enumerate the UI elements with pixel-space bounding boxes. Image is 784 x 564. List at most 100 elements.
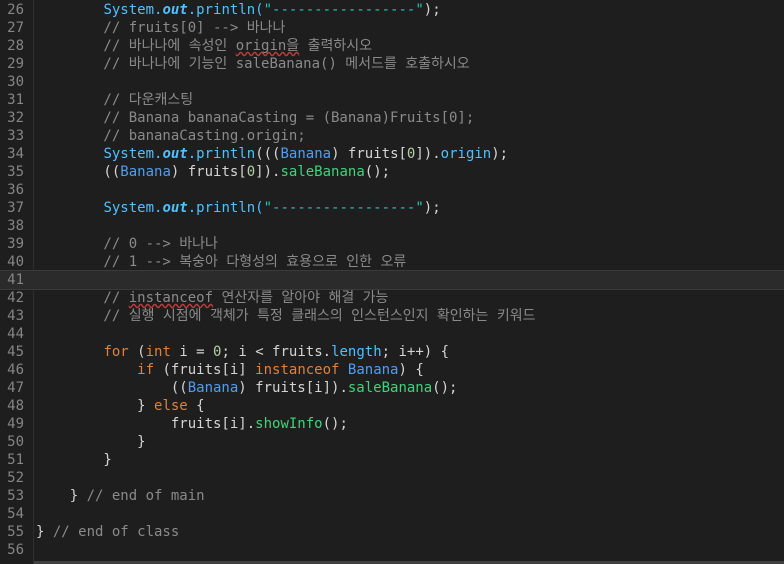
line-number: 47 xyxy=(7,380,24,396)
code-token: Banana xyxy=(120,164,171,180)
line-number: 48 xyxy=(7,398,24,414)
code-token: System. xyxy=(103,200,163,216)
code-token: out xyxy=(162,146,188,162)
code-token: ]). xyxy=(255,164,281,180)
code-line[interactable]: 48 } else { xyxy=(0,397,784,415)
line-number: 30 xyxy=(7,74,24,90)
line-number: 41 xyxy=(7,272,24,288)
code-text: // bananaCasting.origin; xyxy=(36,127,306,145)
code-line[interactable]: 53 } // end of main xyxy=(0,487,784,505)
code-token: ); xyxy=(423,200,441,216)
code-text: // 바나나에 속성인 origin을 출력하시오 xyxy=(36,37,372,55)
code-token: { xyxy=(187,398,205,414)
code-line[interactable]: 33 // bananaCasting.origin; xyxy=(0,127,784,145)
code-line[interactable]: 47 ((Banana) fruits[i]).saleBanana(); xyxy=(0,379,784,397)
code-token: (); xyxy=(432,380,458,396)
code-token: int xyxy=(145,344,171,360)
code-token: ); xyxy=(491,146,509,162)
line-number: 36 xyxy=(7,182,24,198)
code-line[interactable]: 39 // 0 --> 바나나 xyxy=(0,235,784,253)
code-token: } xyxy=(36,434,146,450)
code-editor[interactable]: 26 System.out.println("-----------------… xyxy=(0,0,784,564)
code-token: System. xyxy=(103,146,163,162)
line-number: 35 xyxy=(7,164,24,180)
code-text: } // end of class xyxy=(36,523,179,541)
code-line[interactable]: 34 System.out.println(((Banana) fruits[0… xyxy=(0,145,784,163)
code-text: if (fruits[i] instanceof Banana) { xyxy=(36,361,424,379)
code-line[interactable]: 28 // 바나나에 속성인 origin을 출력하시오 xyxy=(0,37,784,55)
code-line[interactable]: 55 } // end of class xyxy=(0,523,784,541)
code-text: } else { xyxy=(36,397,205,415)
code-text: } xyxy=(36,433,146,451)
code-token: } xyxy=(36,488,87,504)
code-text: ((Banana) fruits[0]).saleBanana(); xyxy=(36,163,390,181)
code-line[interactable]: 27 // fruits[0] --> 바나나 xyxy=(0,19,784,37)
code-token: .println( xyxy=(187,2,264,18)
line-number: 56 xyxy=(7,542,24,558)
code-line[interactable]: 31 // 다운캐스팅 xyxy=(0,91,784,109)
code-line[interactable]: 44 xyxy=(0,325,784,343)
code-line[interactable]: 54 xyxy=(0,505,784,523)
code-line[interactable]: 50 } xyxy=(0,433,784,451)
line-number: 43 xyxy=(7,308,24,324)
code-text: for (int i = 0; i < fruits.length; i++) … xyxy=(36,343,449,361)
line-number: 38 xyxy=(7,218,24,234)
code-token: out xyxy=(162,200,188,216)
code-token: // end of main xyxy=(86,488,205,504)
code-token: (fruits[i] xyxy=(154,362,256,378)
code-token: System. xyxy=(103,2,163,18)
code-token: "-----------------" xyxy=(263,200,424,216)
code-line[interactable]: 42 // instanceof 연산자를 알아야 해결 가능 xyxy=(0,289,784,307)
code-line[interactable]: 30 xyxy=(0,73,784,91)
code-line[interactable]: 45 for (int i = 0; i < fruits.length; i+… xyxy=(0,343,784,361)
code-token: ) fruits[i]). xyxy=(238,380,348,396)
code-line[interactable]: 49 fruits[i].showInfo(); xyxy=(0,415,784,433)
code-token: (); xyxy=(322,416,348,432)
code-line[interactable]: 46 if (fruits[i] instanceof Banana) { xyxy=(0,361,784,379)
code-line[interactable]: 52 xyxy=(0,469,784,487)
code-line[interactable]: 51 } xyxy=(0,451,784,469)
code-token: saleBanana xyxy=(280,164,365,180)
code-token: out xyxy=(162,2,188,18)
code-token: // 바나나에 기능인 saleBanana() 메서드를 호출하시오 xyxy=(36,56,470,72)
code-token: ; i < fruits. xyxy=(221,344,332,360)
line-number: 40 xyxy=(7,254,24,270)
code-token: fruits[i]. xyxy=(36,416,256,432)
code-token: (( xyxy=(36,380,188,396)
code-token: Banana xyxy=(187,380,239,396)
code-token: (); xyxy=(364,164,391,180)
code-area[interactable]: 26 System.out.println("-----------------… xyxy=(0,1,784,559)
line-number: 27 xyxy=(7,20,24,36)
code-line[interactable]: 37 System.out.println("-----------------… xyxy=(0,199,784,217)
line-number: 39 xyxy=(7,236,24,252)
code-token: 0 xyxy=(246,164,256,180)
line-number: 51 xyxy=(7,452,24,468)
code-token: // 0 --> 바나나 xyxy=(36,236,218,252)
code-line[interactable]: 40 // 1 --> 복숭아 다형성의 효용으로 인한 오류 xyxy=(0,253,784,271)
code-text: System.out.println("-----------------"); xyxy=(36,1,440,19)
line-number: 45 xyxy=(7,344,24,360)
line-number: 46 xyxy=(7,362,24,378)
code-token: ) fruits[ xyxy=(331,146,407,162)
code-line[interactable]: 56 xyxy=(0,541,784,559)
code-line[interactable]: 29 // 바나나에 기능인 saleBanana() 메서드를 호출하시오 xyxy=(0,55,784,73)
line-number: 33 xyxy=(7,128,24,144)
code-line[interactable]: 38 xyxy=(0,217,784,235)
code-token: } xyxy=(36,398,155,414)
code-token: i = xyxy=(170,344,214,360)
code-line[interactable]: 36 xyxy=(0,181,784,199)
code-text: // 0 --> 바나나 xyxy=(36,235,218,253)
code-text: System.out.println(((Banana) fruits[0]).… xyxy=(36,145,508,163)
code-line[interactable]: 26 System.out.println("-----------------… xyxy=(0,1,784,19)
code-line[interactable]: 41 xyxy=(0,270,784,290)
code-token: if xyxy=(137,362,155,378)
code-line[interactable]: 43 // 실행 시점에 객체가 특정 클래스의 인스턴스인지 확인하는 키워드 xyxy=(0,307,784,325)
code-token: // 바나나에 속성인 xyxy=(36,38,236,54)
code-line[interactable]: 32 // Banana bananaCasting = (Banana)Fru… xyxy=(0,109,784,127)
line-number: 55 xyxy=(7,524,24,540)
code-line[interactable]: 35 ((Banana) fruits[0]).saleBanana(); xyxy=(0,163,784,181)
code-token: ]). xyxy=(415,146,441,162)
code-token: // bananaCasting.origin; xyxy=(36,128,306,144)
